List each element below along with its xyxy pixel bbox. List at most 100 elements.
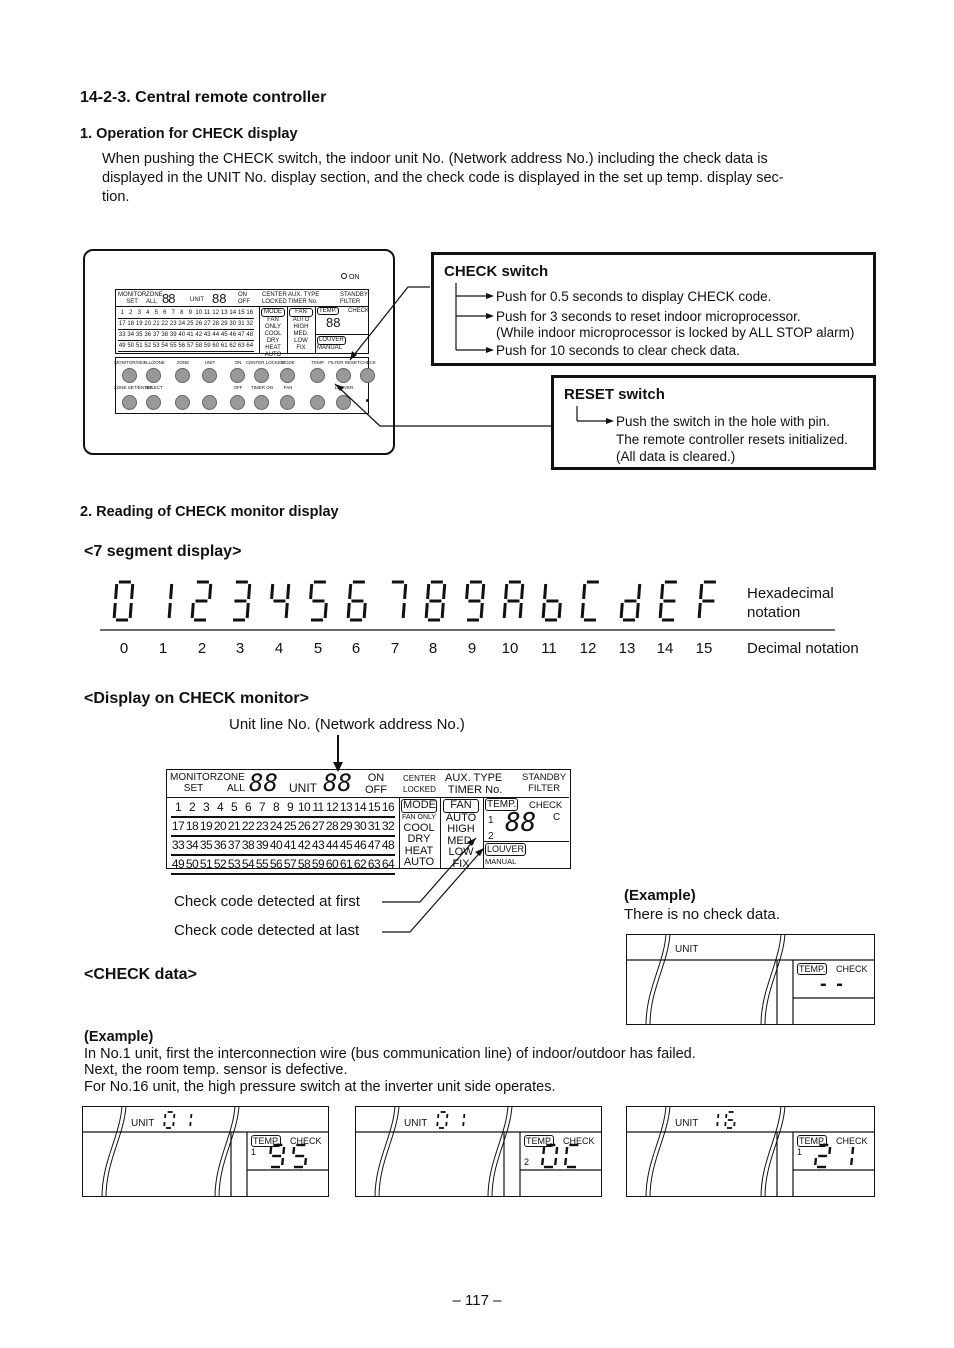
unit-number: 14 bbox=[353, 799, 367, 818]
check-code-digits bbox=[813, 1143, 854, 1168]
decimal-value: 0 bbox=[119, 640, 129, 657]
unit-number: 43 bbox=[311, 837, 325, 856]
hex-segment-b bbox=[637, 583, 642, 600]
unit-grid-row: 49 50 51 52 53 54 55 56 57 58 59 60 61 62 63 64 bbox=[171, 856, 397, 875]
unit-number: 19 bbox=[199, 818, 213, 837]
unit-number: 7 bbox=[255, 799, 269, 818]
seven-seg-readouts bbox=[715, 1110, 854, 1168]
unit-number: 22 bbox=[241, 818, 255, 837]
code-segment-b bbox=[281, 1146, 285, 1154]
unit-number: 4 bbox=[213, 799, 227, 818]
hex-digit-6 bbox=[346, 580, 367, 622]
hex-digit-A bbox=[502, 580, 525, 619]
unit-number: 58 bbox=[297, 856, 311, 875]
hex-notation-label: Hexadecimal notation bbox=[747, 585, 834, 621]
hex-segment-c bbox=[284, 602, 289, 619]
unit-number: 46 bbox=[353, 837, 367, 856]
unit-number: 9 bbox=[283, 799, 297, 818]
code-segment-c bbox=[553, 1157, 557, 1165]
decimal-value: 15 bbox=[695, 640, 713, 657]
hex-segment-c bbox=[635, 602, 640, 619]
hex-segment-e bbox=[658, 602, 663, 619]
unit-number: 16 bbox=[381, 799, 395, 818]
hex-segment-e bbox=[580, 602, 585, 619]
hex-segment-c bbox=[362, 602, 367, 619]
code-segment-c bbox=[303, 1157, 307, 1165]
decimal-value: 8 bbox=[428, 640, 438, 657]
hex-digit-0 bbox=[112, 580, 135, 622]
unit-number: 13 bbox=[339, 799, 353, 818]
check-monitor-lcd: MONITOR SET ZONE ALL 88 UNIT 88 ON OFF CENT… bbox=[166, 769, 571, 875]
unit-number: 5 bbox=[227, 799, 241, 818]
unit-number: 61 bbox=[339, 856, 353, 875]
unit-number: 44 bbox=[325, 837, 339, 856]
seven-seg-readouts bbox=[162, 1110, 307, 1168]
code-segment-f bbox=[541, 1146, 545, 1154]
hex-digit-F bbox=[697, 580, 716, 619]
decimal-notation-label: Decimal notation bbox=[747, 640, 859, 657]
hex-segment-e bbox=[346, 602, 351, 619]
hex-segment-b bbox=[169, 583, 174, 600]
hex-digit-d bbox=[619, 583, 642, 622]
hex-segment-f bbox=[348, 583, 353, 600]
seven-seg-readouts bbox=[435, 1110, 578, 1168]
zone-digits: 88 bbox=[249, 769, 278, 797]
unit-grid: 1 2 3 4 5 6 7 8 9 10 11 12 13 14 15 16 17 18 19 20 21 22 23 24 2… bbox=[171, 799, 397, 875]
unit-number: 57 bbox=[283, 856, 297, 875]
hex-digit-3 bbox=[233, 580, 252, 622]
hex-segment-c bbox=[401, 602, 406, 619]
unit-grid-row: 33 34 35 36 37 38 39 40 41 42 43 44 45 46 47 48 bbox=[171, 837, 397, 856]
code-segment-c bbox=[849, 1157, 853, 1165]
code-segment-e bbox=[563, 1157, 567, 1165]
code-segment-e bbox=[540, 1157, 544, 1165]
unit-number: 12 bbox=[325, 799, 339, 818]
hex-segment-c bbox=[557, 602, 562, 619]
unit-number: 36 bbox=[213, 837, 227, 856]
check-code-digits bbox=[540, 1143, 578, 1168]
unit-number: 2 bbox=[185, 799, 199, 818]
code-segment-b bbox=[827, 1146, 831, 1154]
decimal-value: 3 bbox=[235, 640, 245, 657]
hex-segment-e bbox=[697, 602, 702, 619]
unit-number: 6 bbox=[241, 799, 255, 818]
code-segment-b bbox=[850, 1146, 854, 1154]
example-panel-3: UNIT TEMP. CHECK 1 bbox=[625, 1105, 875, 1197]
check-monitor-heading: <Display on CHECK monitor> bbox=[84, 690, 309, 707]
unit-number: 62 bbox=[353, 856, 367, 875]
hex-segment-c bbox=[479, 602, 484, 619]
example-main: (Example) In No.1 unit, first the interc… bbox=[84, 1029, 696, 1095]
unit-number: 27 bbox=[311, 818, 325, 837]
hex-digit-C bbox=[580, 580, 599, 622]
example-no-data-text: There is no check data. bbox=[624, 906, 780, 923]
hex-segment-f bbox=[504, 583, 509, 600]
unit-number: 63 bbox=[367, 856, 381, 875]
unit-number: 34 bbox=[185, 837, 199, 856]
hex-segment-f bbox=[660, 583, 665, 600]
hex-segment-f bbox=[543, 583, 548, 600]
unit-number: 28 bbox=[325, 818, 339, 837]
unit-number: 53 bbox=[227, 856, 241, 875]
hex-digit-9 bbox=[465, 580, 486, 622]
decimal-value: 10 bbox=[501, 640, 519, 657]
hex-segment-e bbox=[112, 602, 117, 619]
hex-segment-b bbox=[403, 583, 408, 600]
unit-number: 45 bbox=[339, 837, 353, 856]
hex-segment-c bbox=[128, 602, 133, 619]
hex-segment-c bbox=[167, 602, 172, 619]
unit-label: UNIT bbox=[675, 944, 699, 955]
unit-number: 38 bbox=[241, 837, 255, 856]
unit-number-digits bbox=[435, 1110, 465, 1129]
seven-segment-glyphs bbox=[112, 580, 716, 622]
hex-segment-b bbox=[481, 583, 486, 600]
code-segment-c bbox=[280, 1157, 284, 1165]
decimal-value: 9 bbox=[467, 640, 477, 657]
hex-segment-f bbox=[465, 583, 470, 600]
example-panel-1: UNIT TEMP. CHECK 1 bbox=[81, 1105, 329, 1197]
decimal-value: 12 bbox=[579, 640, 597, 657]
decimal-value: 7 bbox=[390, 640, 400, 657]
hex-digit-5 bbox=[309, 580, 328, 622]
unit-number: 20 bbox=[213, 818, 227, 837]
hex-digit-E bbox=[658, 580, 677, 622]
hex-segment-c bbox=[245, 602, 250, 619]
code-segment-f bbox=[564, 1146, 568, 1154]
